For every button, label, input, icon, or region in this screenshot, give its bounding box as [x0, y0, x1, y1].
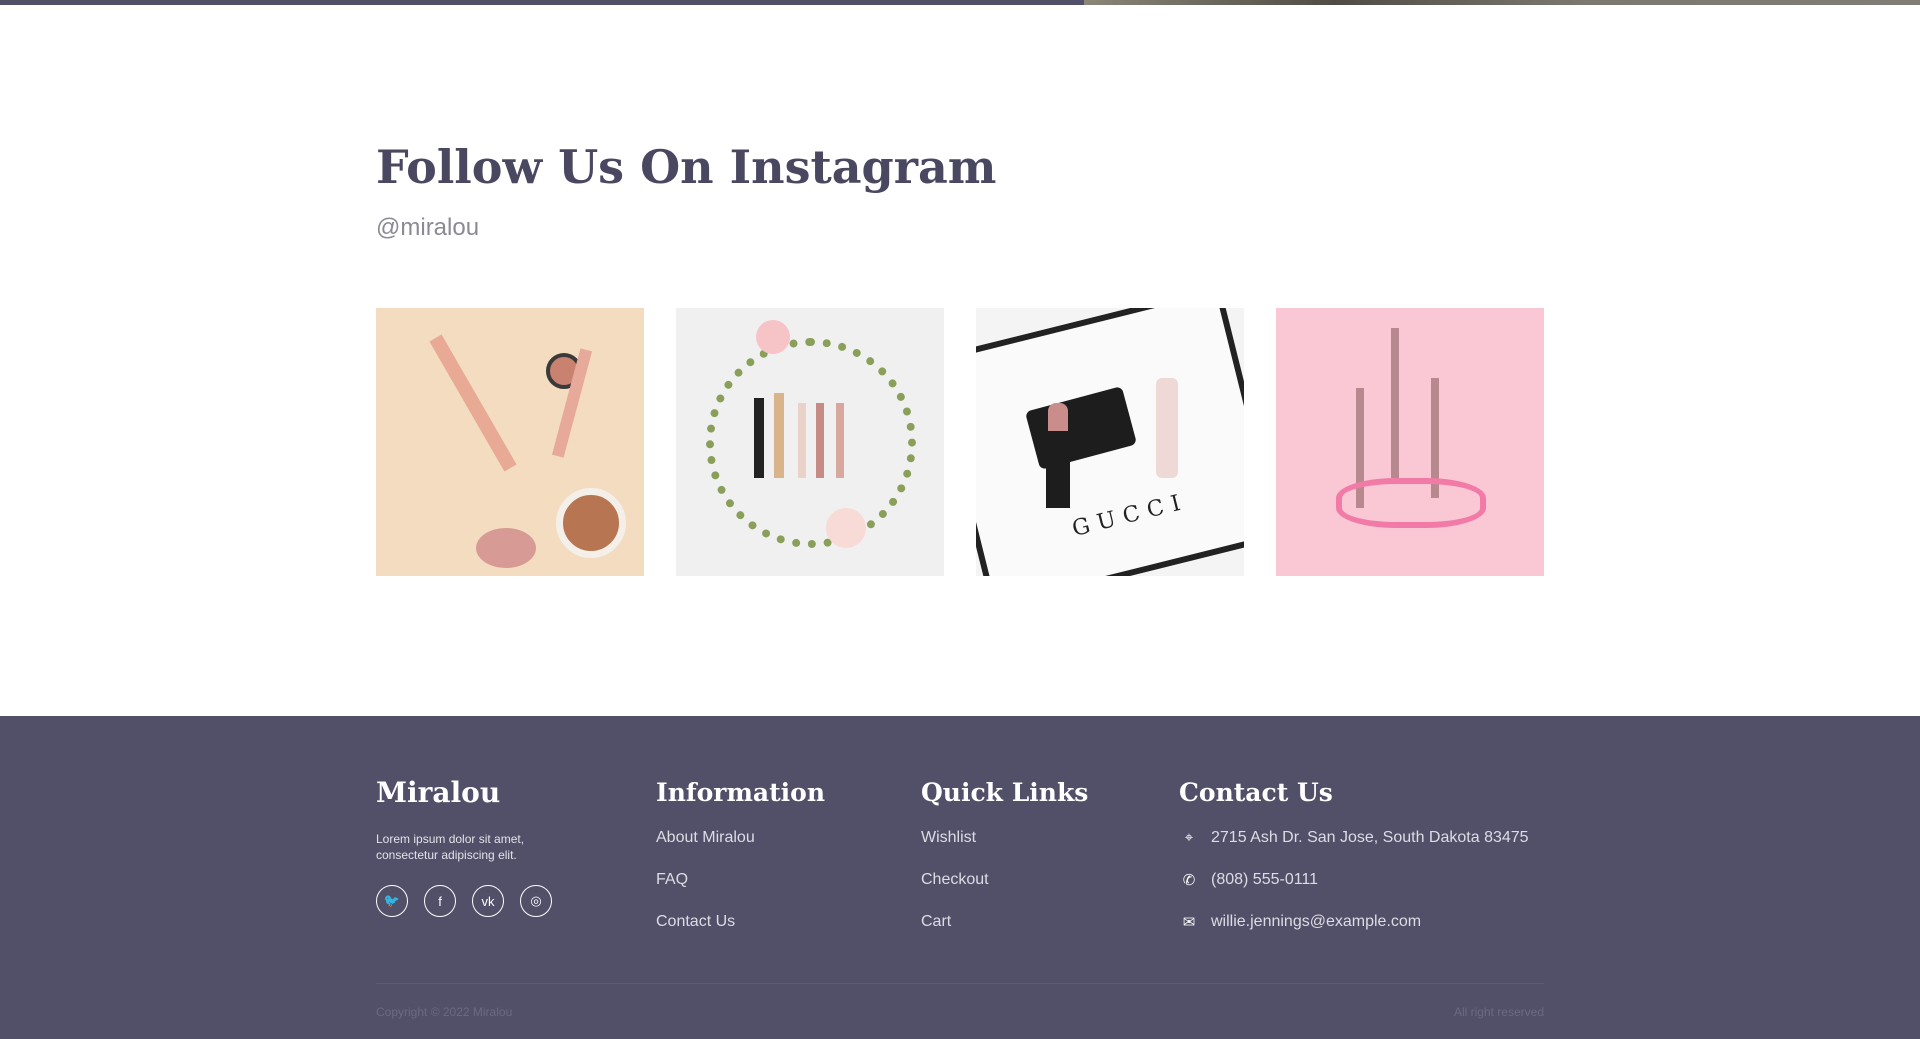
link-contact-us[interactable]: Contact Us — [656, 913, 825, 955]
site-footer: Miralou Lorem ipsum dolor sit amet, cons… — [0, 716, 1920, 1039]
section-title: Follow Us On Instagram — [376, 140, 997, 194]
address-text: 2715 Ash Dr. San Jose, South Dakota 8347… — [1211, 829, 1529, 846]
footer-divider — [376, 983, 1544, 984]
instagram-grid: GUCCI — [376, 308, 1544, 576]
footer-quick-links-column: Quick Links Wishlist Checkout Cart — [921, 776, 1088, 955]
link-cart[interactable]: Cart — [921, 913, 1088, 955]
footer-description: Lorem ipsum dolor sit amet, consectetur … — [376, 832, 525, 862]
link-wishlist[interactable]: Wishlist — [921, 829, 1088, 871]
link-checkout[interactable]: Checkout — [921, 871, 1088, 913]
contact-heading: Contact Us — [1179, 778, 1333, 807]
contact-address: ⌖ 2715 Ash Dr. San Jose, South Dakota 834… — [1179, 829, 1529, 871]
instagram-handle[interactable]: @miralou — [376, 214, 1544, 242]
top-banner-strip — [0, 0, 1920, 5]
contact-email: ✉ willie.jennings@example.com — [1179, 913, 1529, 955]
footer-information-column: Information About Miralou FAQ Contact Us — [656, 776, 825, 955]
instagram-image-pink-eyeliners[interactable] — [1276, 308, 1544, 576]
footer-logo[interactable]: Miralou — [376, 776, 552, 809]
mail-icon: ✉ — [1182, 914, 1196, 931]
link-about[interactable]: About Miralou — [656, 829, 825, 871]
facebook-icon[interactable]: f — [424, 885, 456, 917]
social-links: 🐦 f vk ◎ — [376, 885, 552, 917]
rights-text: All right reserved — [1453, 1005, 1544, 1019]
instagram-image-floral-wreath[interactable] — [676, 308, 944, 576]
instagram-image-gucci-cosmetics[interactable]: GUCCI — [976, 308, 1244, 576]
instagram-section: Follow Us On Instagram @miralou — [376, 140, 1544, 242]
twitter-icon[interactable]: 🐦 — [376, 885, 408, 917]
phone-text[interactable]: (808) 555-0111 — [1211, 871, 1318, 889]
contact-phone: ✆ (808) 555-0111 — [1179, 871, 1529, 913]
instagram-image-makeup-brushes[interactable] — [376, 308, 644, 576]
vk-icon[interactable]: vk — [472, 885, 504, 917]
instagram-icon[interactable]: ◎ — [520, 885, 552, 917]
information-heading: Information — [656, 778, 826, 807]
email-text[interactable]: willie.jennings@example.com — [1211, 913, 1421, 931]
link-faq[interactable]: FAQ — [656, 871, 825, 913]
quick-links-heading: Quick Links — [921, 778, 1089, 807]
copyright-text: Copyright © 2022 Miralou — [376, 1005, 513, 1019]
phone-icon: ✆ — [1182, 872, 1196, 889]
footer-contact-column: Contact Us ⌖ 2715 Ash Dr. San Jose, South… — [1179, 776, 1529, 955]
footer-brand-column: Miralou Lorem ipsum dolor sit amet, cons… — [376, 776, 552, 917]
location-pin-icon: ⌖ — [1184, 829, 1194, 846]
